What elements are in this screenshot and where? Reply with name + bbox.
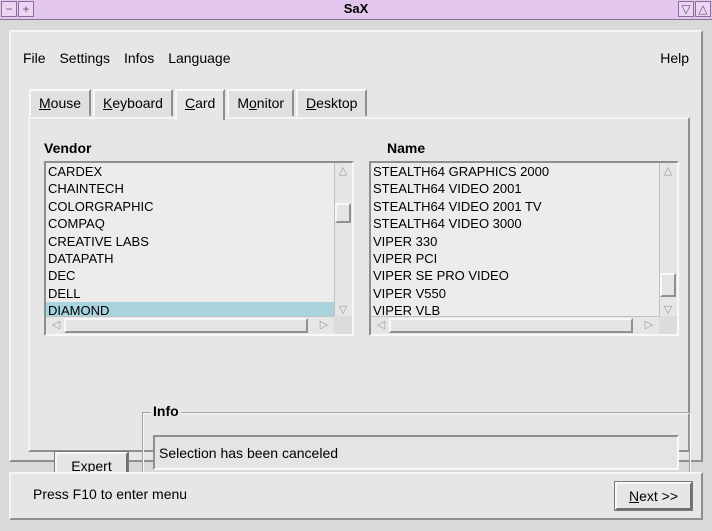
scroll-up-icon[interactable]: △ xyxy=(335,164,351,178)
vendor-horizontal-scrollbar[interactable]: ◁ ▷ xyxy=(46,316,334,334)
tab-monitor[interactable]: Monitor xyxy=(227,89,295,117)
status-text: Press F10 to enter menu xyxy=(33,486,188,502)
list-item[interactable]: DEC xyxy=(46,267,334,284)
next-button[interactable]: Next >> xyxy=(614,481,693,511)
list-item[interactable]: STEALTH64 VIDEO 2001 TV xyxy=(371,198,659,215)
menu-help[interactable]: Help xyxy=(660,50,689,66)
scroll-corner xyxy=(334,316,352,334)
vendor-vertical-scrollbar[interactable]: △ ▽ xyxy=(334,163,352,318)
vendor-list[interactable]: CARDEX CHAINTECH COLORGRAPHIC COMPAQ CRE… xyxy=(44,161,354,336)
name-list[interactable]: STEALTH64 GRAPHICS 2000 STEALTH64 VIDEO … xyxy=(369,161,679,336)
tab-card[interactable]: Card xyxy=(174,89,226,120)
scroll-down-icon[interactable]: ▽ xyxy=(660,303,676,317)
menu-bar: File Settings Infos Language Help xyxy=(23,50,689,70)
menu-file[interactable]: File xyxy=(23,50,46,66)
scroll-corner xyxy=(659,316,677,334)
scroll-left-icon[interactable]: ◁ xyxy=(373,318,389,332)
list-item[interactable]: STEALTH64 VIDEO 3000 xyxy=(371,215,659,232)
tab-keyboard[interactable]: Keyboard xyxy=(93,89,173,117)
list-item[interactable]: VIPER V550 xyxy=(371,285,659,302)
name-items: STEALTH64 GRAPHICS 2000 STEALTH64 VIDEO … xyxy=(371,163,659,318)
name-horizontal-scrollbar[interactable]: ◁ ▷ xyxy=(371,316,659,334)
window-title: SaX xyxy=(343,1,369,16)
name-hscroll-thumb[interactable] xyxy=(389,318,633,333)
menu-settings[interactable]: Settings xyxy=(59,50,110,66)
name-label: Name xyxy=(387,140,426,156)
menu-language[interactable]: Language xyxy=(168,50,230,66)
list-item[interactable]: STEALTH64 GRAPHICS 2000 xyxy=(371,163,659,180)
status-bar: Press F10 to enter menu Next >> xyxy=(9,472,703,520)
list-item[interactable]: CARDEX xyxy=(46,163,334,180)
maximize-button[interactable]: △ xyxy=(695,1,711,17)
title-bar: − + SaX ▽ △ xyxy=(0,0,712,20)
scroll-left-icon[interactable]: ◁ xyxy=(48,318,64,332)
shade-button[interactable]: ▽ xyxy=(678,1,694,17)
list-item[interactable]: CREATIVE LABS xyxy=(46,233,334,250)
vendor-scroll-thumb[interactable] xyxy=(335,203,351,223)
scroll-right-icon[interactable]: ▷ xyxy=(316,318,332,332)
main-frame: File Settings Infos Language Help Mouse … xyxy=(9,30,703,499)
info-message: Selection has been canceled xyxy=(153,435,679,470)
tab-bar: Mouse Keyboard Card Monitor Desktop xyxy=(29,89,369,120)
name-scroll-thumb[interactable] xyxy=(660,273,676,297)
scroll-right-icon[interactable]: ▷ xyxy=(641,318,657,332)
vendor-hscroll-thumb[interactable] xyxy=(64,318,308,333)
vendor-items: CARDEX CHAINTECH COLORGRAPHIC COMPAQ CRE… xyxy=(46,163,334,318)
list-item[interactable]: CHAINTECH xyxy=(46,180,334,197)
name-vertical-scrollbar[interactable]: △ ▽ xyxy=(659,163,677,318)
list-item[interactable]: VIPER SE PRO VIDEO xyxy=(371,267,659,284)
card-panel: Vendor Name CARDEX CHAINTECH COLORGRAPHI… xyxy=(28,117,690,499)
scroll-up-icon[interactable]: △ xyxy=(660,164,676,178)
tab-mouse[interactable]: Mouse xyxy=(29,89,92,117)
list-item[interactable]: DELL xyxy=(46,285,334,302)
list-item[interactable]: VIPER 330 xyxy=(371,233,659,250)
list-item[interactable]: COMPAQ xyxy=(46,215,334,232)
info-title: Info xyxy=(151,403,181,419)
list-item[interactable]: DATAPATH xyxy=(46,250,334,267)
scroll-down-icon[interactable]: ▽ xyxy=(335,303,351,317)
list-item[interactable]: STEALTH64 VIDEO 2001 xyxy=(371,180,659,197)
menu-infos[interactable]: Infos xyxy=(124,50,154,66)
list-item[interactable]: VIPER PCI xyxy=(371,250,659,267)
tab-desktop[interactable]: Desktop xyxy=(296,89,368,117)
list-item[interactable]: COLORGRAPHIC xyxy=(46,198,334,215)
vendor-label: Vendor xyxy=(44,140,92,156)
